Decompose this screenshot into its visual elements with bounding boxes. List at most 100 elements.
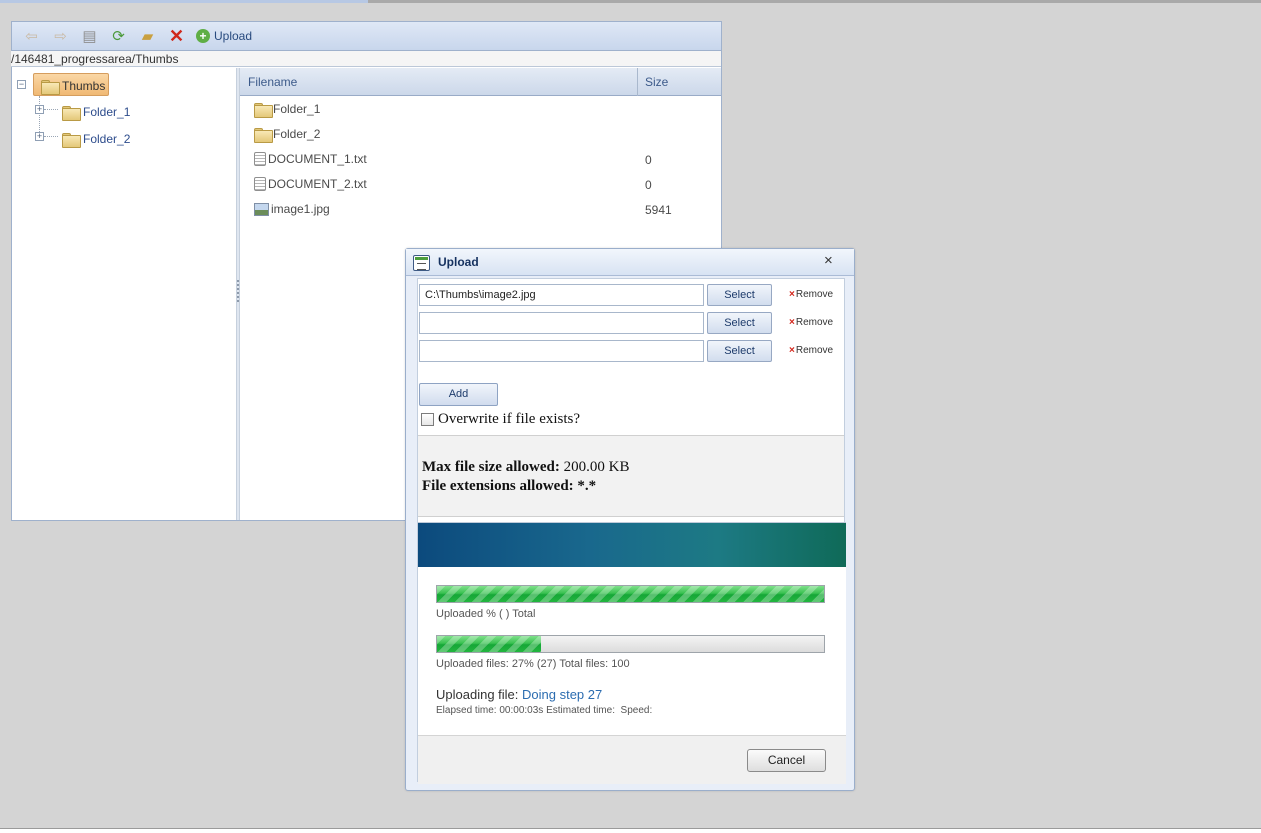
add-button[interactable]: Add — [419, 383, 498, 406]
file-row-2: Select ×Remove — [419, 312, 839, 334]
tree-root-expander[interactable]: − — [17, 80, 26, 89]
progress-area: Uploaded % ( ) Total Uploaded files: 27%… — [418, 522, 846, 784]
document-icon[interactable]: ▤ — [78, 25, 101, 47]
tree-item-label: Thumbs — [62, 79, 106, 93]
back-arrow-icon[interactable]: ⇦ — [20, 25, 43, 47]
tree-item-folder-2[interactable]: Folder_2 — [62, 132, 131, 148]
file-row-1: Select ×Remove — [419, 284, 839, 306]
dialog-titlebar[interactable]: Upload × — [406, 249, 854, 276]
file-name: DOCUMENT_2.txt — [268, 177, 367, 191]
explorer-toolbar: ⇦ ⇨ ▤ ⟳ ▰ ✕ + Upload — [12, 22, 721, 51]
bottom-border — [0, 828, 1261, 833]
forward-arrow-icon[interactable]: ⇨ — [49, 25, 72, 47]
expand-icon[interactable]: + — [35, 105, 44, 114]
table-row[interactable]: Folder_1 — [240, 97, 720, 122]
overwrite-option[interactable]: Overwrite if file exists? — [421, 411, 580, 428]
table-row[interactable]: Folder_2 — [240, 122, 720, 147]
select-button-3[interactable]: Select — [707, 340, 772, 362]
progress-content: Uploaded % ( ) Total Uploaded files: 27%… — [418, 567, 846, 735]
remove-icon: × — [789, 317, 795, 328]
overwrite-label: Overwrite if file exists? — [438, 411, 581, 427]
select-button-1[interactable]: Select — [707, 284, 772, 306]
file-size: 0 — [645, 153, 652, 167]
table-row[interactable]: image1.jpg 5941 — [240, 197, 720, 222]
extensions-line: File extensions allowed: *.* — [422, 477, 844, 496]
tree-item-label: Folder_1 — [83, 105, 131, 119]
tree-item-thumbs-content[interactable]: Thumbs — [41, 79, 106, 95]
folder-icon — [62, 132, 81, 148]
file-name: DOCUMENT_1.txt — [268, 152, 367, 166]
tree-item-folder-1[interactable]: Folder_1 — [62, 105, 131, 121]
current-path: /146481_progressarea/Thumbs — [11, 51, 721, 67]
remove-label: Remove — [795, 345, 834, 356]
file-name-cell: image1.jpg — [254, 202, 330, 216]
expand-icon[interactable]: + — [35, 132, 44, 141]
column-header-filename[interactable]: Filename — [248, 75, 297, 89]
uploading-label: Uploading file: — [436, 687, 519, 702]
tree-expander-folder-1[interactable]: + — [35, 105, 44, 114]
upload-dialog: Upload × Select ×Remove Select ×Remove S… — [405, 248, 855, 791]
total-progress-label: Uploaded % ( ) Total — [436, 608, 536, 620]
max-size-label: Max file size allowed: — [422, 459, 560, 475]
remove-label: Remove — [795, 289, 834, 300]
remove-link-1[interactable]: ×Remove — [789, 289, 833, 300]
remove-icon: × — [789, 345, 795, 356]
tree-item-label: Folder_2 — [83, 132, 131, 146]
top-border-accent — [0, 0, 368, 3]
tree-expander-folder-2[interactable]: + — [35, 132, 44, 141]
timing-info: Elapsed time: 00:00:03s Estimated time: … — [436, 705, 653, 716]
folder-tree: − Thumbs + Folder_1 + Folder_2 — [12, 68, 236, 520]
tree-connector — [44, 136, 58, 137]
column-separator[interactable] — [637, 68, 638, 96]
file-row-3: Select ×Remove — [419, 340, 839, 362]
file-name-cell: Folder_2 — [254, 127, 321, 143]
text-file-icon — [254, 152, 266, 166]
uploading-status: Uploading file: Doing step 27 — [436, 687, 602, 702]
close-icon[interactable]: × — [824, 252, 833, 269]
column-header-size[interactable]: Size — [645, 75, 668, 89]
add-circle-icon: + — [196, 29, 210, 43]
files-progress-fill — [437, 636, 542, 652]
files-progress-bar — [436, 635, 825, 653]
delete-icon[interactable]: ✕ — [165, 25, 188, 47]
tree-connector — [44, 109, 58, 110]
progress-footer: Cancel — [418, 735, 846, 784]
top-border — [0, 0, 1261, 3]
folder-icon — [41, 79, 60, 95]
uploading-step: Doing step 27 — [522, 687, 603, 702]
dialog-body: Select ×Remove Select ×Remove Select ×Re… — [417, 278, 846, 784]
file-size: 5941 — [645, 203, 672, 217]
refresh-icon[interactable]: ⟳ — [107, 25, 130, 47]
remove-link-3[interactable]: ×Remove — [789, 345, 833, 356]
table-row[interactable]: DOCUMENT_2.txt 0 — [240, 172, 720, 197]
remove-link-2[interactable]: ×Remove — [789, 317, 833, 328]
file-name-cell: DOCUMENT_2.txt — [254, 177, 367, 191]
file-path-input-2[interactable] — [419, 312, 704, 334]
file-path-input-1[interactable] — [419, 284, 704, 306]
progress-banner — [418, 523, 846, 567]
extensions-label: File extensions allowed: — [422, 478, 574, 494]
file-name: Folder_2 — [273, 127, 321, 141]
splitter-grip-icon[interactable] — [237, 280, 239, 302]
total-progress-fill — [437, 586, 824, 602]
collapse-icon[interactable]: − — [17, 80, 26, 89]
remove-label: Remove — [795, 317, 834, 328]
overwrite-checkbox[interactable] — [421, 413, 434, 426]
new-folder-icon[interactable]: ▰ — [136, 25, 159, 47]
grid-header: Filename Size — [240, 68, 721, 96]
upload-button[interactable]: + Upload — [196, 29, 252, 43]
text-file-icon — [254, 177, 266, 191]
file-name-cell: DOCUMENT_1.txt — [254, 152, 367, 166]
file-path-input-3[interactable] — [419, 340, 704, 362]
table-row[interactable]: DOCUMENT_1.txt 0 — [240, 147, 720, 172]
folder-icon — [62, 105, 81, 121]
folder-icon — [254, 102, 273, 118]
extensions-value: *.* — [577, 478, 597, 494]
files-progress-label: Uploaded files: 27% (27) Total files: 10… — [436, 658, 630, 670]
total-progress-bar — [436, 585, 825, 603]
file-name: Folder_1 — [273, 102, 321, 116]
image-file-icon — [254, 202, 269, 216]
upload-limits: Max file size allowed: 200.00 KB File ex… — [418, 435, 844, 517]
cancel-button[interactable]: Cancel — [747, 749, 826, 772]
select-button-2[interactable]: Select — [707, 312, 772, 334]
